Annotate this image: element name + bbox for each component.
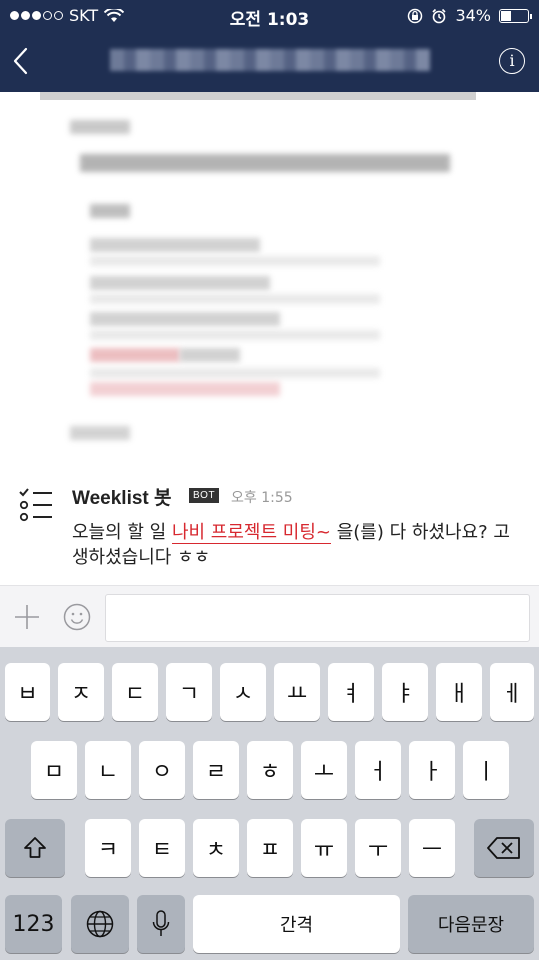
battery-icon — [499, 8, 532, 23]
message-time: 오후 1:55 — [231, 490, 293, 506]
message-sender[interactable]: Weeklist 봇 — [72, 483, 172, 510]
bot-badge: BOT — [189, 488, 220, 503]
key[interactable]: ㅎ — [247, 741, 293, 799]
key[interactable]: ㅠ — [301, 819, 347, 877]
key[interactable]: ㅅ — [220, 663, 266, 721]
key[interactable]: ㅔ — [490, 663, 534, 721]
key[interactable]: ㅕ — [328, 663, 374, 721]
message-input[interactable] — [105, 594, 530, 642]
key[interactable]: ㅣ — [463, 741, 509, 799]
plus-icon[interactable] — [12, 602, 42, 632]
space-key[interactable]: 간격 — [193, 895, 400, 953]
task-link[interactable]: 나비 프로젝트 미팅~ — [171, 522, 331, 544]
keyboard: ㅂ ㅈ ㄷ ㄱ ㅅ ㅛ ㅕ ㅑ ㅐ ㅔ ㅁ ㄴ ㅇ ㄹ ㅎ ㅗ ㅓ ㅏ ㅣ ㅋ … — [0, 647, 539, 960]
status-bar: SKT 오전 1:03 34% — [0, 0, 539, 32]
checklist-icon — [19, 488, 52, 522]
return-key[interactable]: 다음문장 — [408, 895, 534, 953]
key[interactable]: ㅓ — [355, 741, 401, 799]
message-text: 오늘의 할 일 나비 프로젝트 미팅~ 을(를) 다 하셨나요? 고생하셨습니다… — [72, 522, 510, 568]
globe-key[interactable] — [71, 895, 129, 953]
back-button[interactable] — [8, 44, 36, 78]
smiley-icon[interactable] — [62, 602, 92, 632]
rotation-lock-icon — [408, 8, 423, 23]
key[interactable]: ㅐ — [436, 663, 482, 721]
key[interactable]: ㅊ — [193, 819, 239, 877]
delete-key[interactable] — [474, 819, 534, 877]
navigation-header: SKT 오전 1:03 34% i — [0, 0, 539, 92]
shift-icon — [24, 837, 46, 858]
key[interactable]: ㅇ — [139, 741, 185, 799]
info-button[interactable]: i — [499, 48, 525, 74]
shift-key[interactable] — [5, 819, 65, 877]
key[interactable]: ㅂ — [5, 663, 50, 721]
key[interactable]: ㅗ — [301, 741, 347, 799]
alarm-icon — [432, 8, 447, 23]
key[interactable]: ㅍ — [247, 819, 293, 877]
key[interactable]: ㄴ — [85, 741, 131, 799]
key[interactable]: ㄱ — [166, 663, 212, 721]
key[interactable]: ㅛ — [274, 663, 320, 721]
key[interactable]: ㅜ — [355, 819, 401, 877]
redacted-message — [40, 92, 480, 452]
key[interactable]: ㅁ — [31, 741, 77, 799]
key[interactable]: ㅡ — [409, 819, 455, 877]
chevron-left-icon — [13, 47, 28, 75]
globe-icon — [86, 910, 114, 938]
chat-title-redacted — [110, 49, 430, 71]
numbers-key[interactable]: 123 — [5, 895, 62, 953]
key[interactable]: ㄷ — [112, 663, 158, 721]
key[interactable]: ㅈ — [58, 663, 104, 721]
message-composer — [0, 585, 539, 647]
key[interactable]: ㅋ — [85, 819, 131, 877]
key[interactable]: ㄹ — [193, 741, 239, 799]
key[interactable]: ㅑ — [382, 663, 428, 721]
info-icon: i — [509, 51, 515, 70]
battery-percent: 34% — [455, 6, 491, 25]
microphone-key[interactable] — [137, 895, 185, 953]
microphone-icon — [152, 910, 170, 936]
key[interactable]: ㅏ — [409, 741, 455, 799]
key[interactable]: ㅌ — [139, 819, 185, 877]
delete-icon — [487, 837, 520, 859]
